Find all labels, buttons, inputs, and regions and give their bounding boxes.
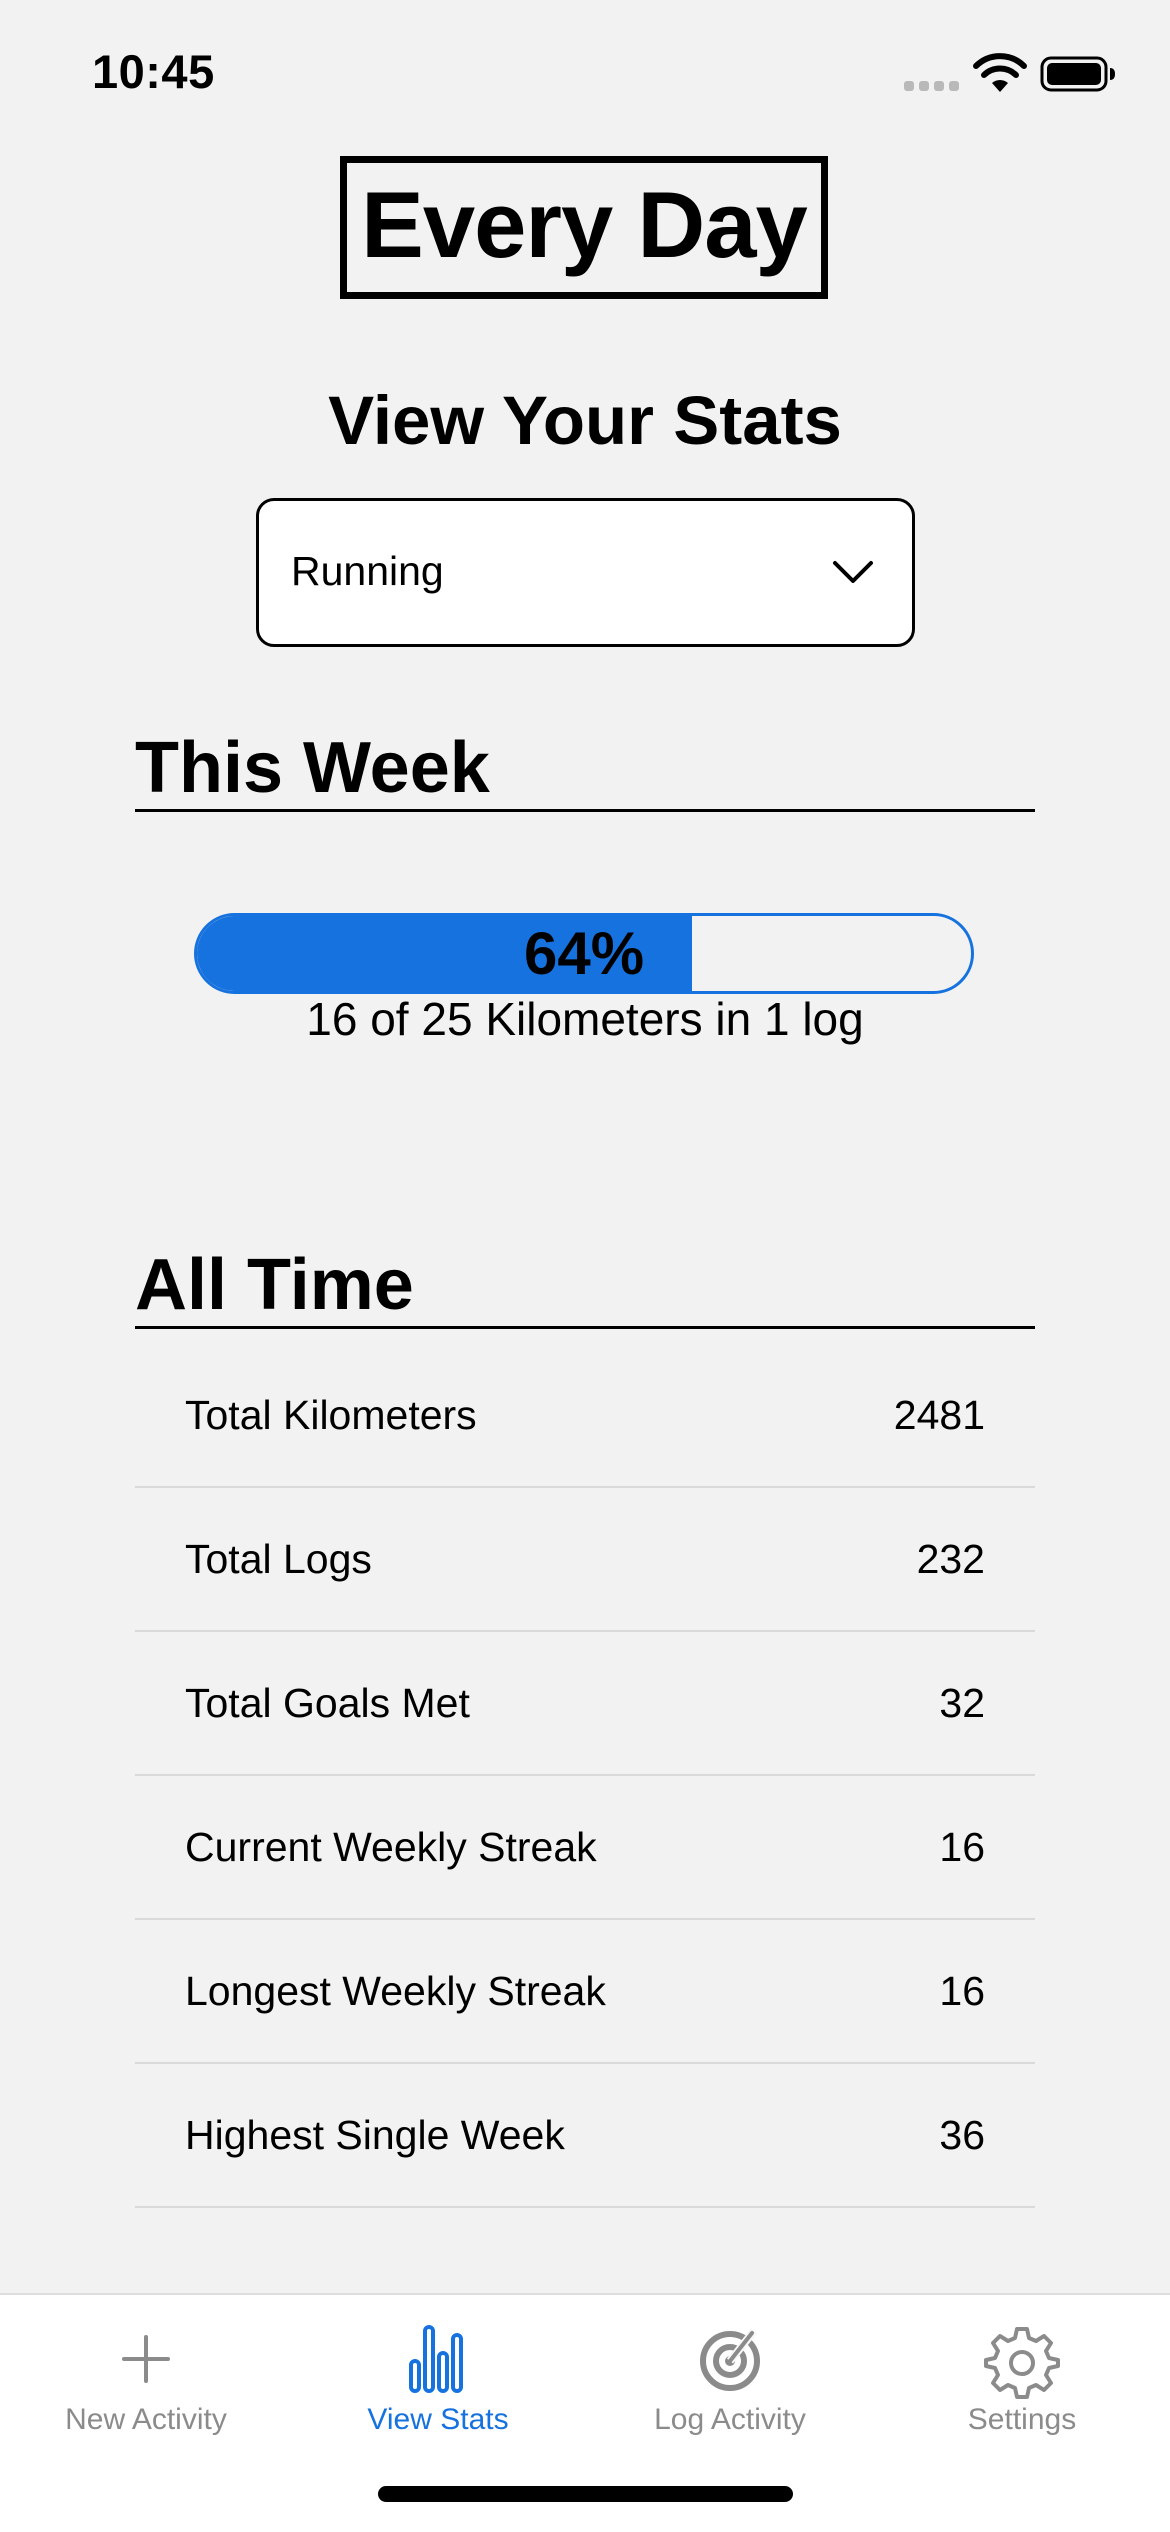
bar-chart-icon: [409, 2325, 463, 2393]
plus-icon: [122, 2335, 170, 2383]
stat-row-current-weekly-streak: Current Weekly Streak 16: [135, 1776, 1035, 1920]
weekly-progress-caption: 16 of 25 Kilometers in 1 log: [306, 993, 864, 1045]
page-title: View Your Stats: [328, 382, 842, 459]
this-week-title: This Week: [135, 728, 490, 808]
stat-label: Longest Weekly Streak: [185, 1967, 606, 2014]
tab-label: Log Activity: [654, 2403, 806, 2436]
tab-log-activity[interactable]: Log Activity: [584, 2295, 876, 2445]
tab-new-activity[interactable]: New Activity: [0, 2295, 292, 2445]
activity-select-value: Running: [291, 548, 444, 594]
target-icon: [700, 2328, 760, 2391]
this-week-divider: [135, 809, 1035, 812]
tab-label: New Activity: [65, 2403, 227, 2436]
battery-icon: [1040, 56, 1115, 92]
all-time-title: All Time: [135, 1245, 414, 1325]
gear-icon: [984, 2327, 1060, 2399]
stat-label: Current Weekly Streak: [185, 1823, 597, 1870]
all-time-stats-list: Total Kilometers 2481 Total Logs 232 Tot…: [135, 1344, 1035, 2208]
weekly-progress-percent: 64%: [523, 919, 645, 987]
wifi-icon: [973, 53, 1027, 92]
tab-label: Settings: [967, 2403, 1077, 2436]
stat-row-highest-single-week: Highest Single Week 36: [135, 2064, 1035, 2208]
app-logo-text: Every Day: [361, 171, 808, 277]
tab-label: View Stats: [367, 2403, 509, 2436]
stat-label: Total Logs: [185, 1535, 372, 1582]
activity-select[interactable]: Running: [256, 498, 915, 647]
chevron-down-icon: [833, 561, 873, 583]
stat-row-longest-weekly-streak: Longest Weekly Streak 16: [135, 1920, 1035, 2064]
stat-row-total-logs: Total Logs 232: [135, 1488, 1035, 1632]
all-time-divider: [135, 1326, 1035, 1329]
weekly-progress-bar: 64%: [194, 913, 974, 994]
stat-value: 2481: [893, 1391, 985, 1438]
stat-value: 16: [939, 1823, 985, 1870]
tab-view-stats[interactable]: View Stats: [292, 2295, 584, 2445]
app-logo: Every Day: [340, 156, 828, 299]
stat-label: Highest Single Week: [185, 2111, 565, 2158]
stat-value: 32: [939, 1679, 985, 1726]
stat-label: Total Goals Met: [185, 1679, 470, 1726]
status-time: 10:45: [92, 45, 215, 98]
cellular-signal-icon: [904, 81, 959, 91]
stat-row-total-goals-met: Total Goals Met 32: [135, 1632, 1035, 1776]
tab-settings[interactable]: Settings: [876, 2295, 1168, 2445]
home-indicator: [378, 2486, 793, 2502]
stat-value: 16: [939, 1967, 985, 2014]
stat-row-total-kilometers: Total Kilometers 2481: [135, 1344, 1035, 1488]
stat-value: 36: [939, 2111, 985, 2158]
stat-label: Total Kilometers: [185, 1391, 477, 1438]
stat-value: 232: [916, 1535, 985, 1582]
